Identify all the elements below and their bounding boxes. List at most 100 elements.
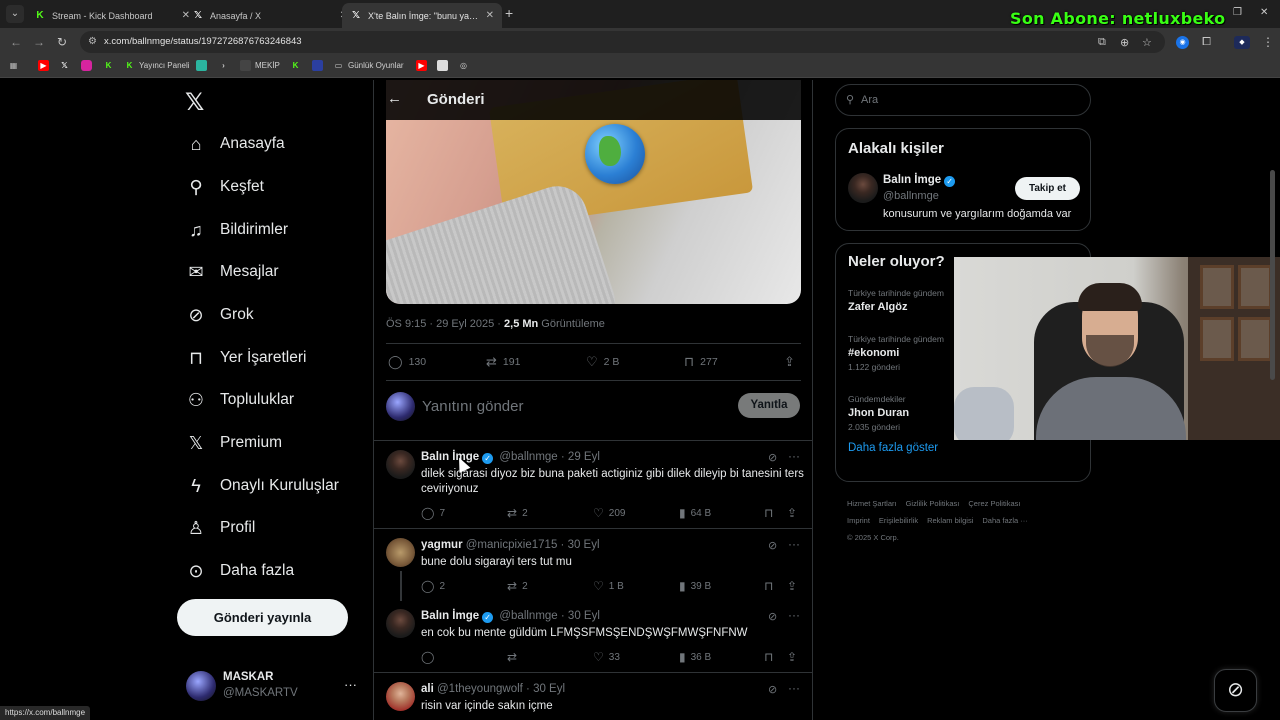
author-handle[interactable]: @ballnmge — [499, 451, 557, 463]
bookmark-action[interactable]: ⊓ 277 — [684, 354, 718, 370]
trend-item[interactable]: Türkiye tarihinde gündem #ekonomi 1.122 … — [848, 334, 958, 372]
repost-action[interactable]: ⇄ 2 — [507, 506, 528, 520]
like-action[interactable]: ♡ 33 — [593, 650, 620, 664]
browser-tab-kick[interactable]: K Stream - Kick Dashboard ✕ — [26, 3, 198, 28]
star-icon[interactable]: ☆ — [1142, 36, 1152, 49]
trend-item[interactable]: Türkiye tarihinde gündem Zafer Algöz — [848, 288, 958, 313]
reply-date[interactable]: · 30 Eyl — [561, 539, 600, 551]
bookmark-action[interactable]: ⊓ — [764, 506, 778, 520]
youtube-icon[interactable]: ▶ — [416, 60, 431, 71]
like-action[interactable]: ♡ 209 — [593, 506, 625, 520]
author-name[interactable]: Balın İmge — [421, 451, 479, 463]
globe-icon[interactable]: ◎ — [458, 60, 473, 71]
profile-icon[interactable]: ◆ — [1234, 36, 1250, 49]
author-handle[interactable]: @ballnmge — [499, 610, 557, 622]
nav-item-explore[interactable]: ⚲ Keşfet — [185, 172, 264, 202]
scrollbar[interactable] — [1270, 170, 1275, 380]
footer-link[interactable]: Çerez Politikası — [968, 499, 1020, 508]
account-avatar[interactable] — [186, 671, 216, 701]
reload-icon[interactable]: ↻ — [57, 35, 67, 49]
reply-date[interactable]: · 30 Eyl — [561, 610, 600, 622]
reply-date[interactable]: · 30 Eyl — [526, 683, 565, 695]
close-window-icon[interactable]: ✕ — [1260, 7, 1268, 18]
reply-item[interactable]: ali @1theyoungwolf · 30 Eyl ⊘ ··· risin … — [374, 673, 812, 720]
reply-action[interactable]: ◯ — [421, 650, 439, 664]
share-action[interactable]: ⇪ — [787, 650, 802, 664]
browser-tab-x-post[interactable]: 𝕏 X'te Balın İmge: "bunu yapan te ✕ — [342, 3, 502, 28]
reply-item[interactable]: Balın İmge ✓ @ballnmge · 29 Eyl ⊘ ··· dil… — [374, 441, 812, 528]
footer-link[interactable]: Reklam bilgisi — [927, 516, 973, 525]
footer-link[interactable]: Gizlilik Politikası — [906, 499, 960, 508]
avatar[interactable] — [386, 682, 415, 711]
search-input[interactable]: ⚲ Ara — [835, 84, 1091, 116]
nav-item-verified-orgs[interactable]: ϟ Onaylı Kuruluşlar — [185, 471, 339, 501]
share-action[interactable]: ⇪ — [784, 354, 801, 370]
tab-search-button[interactable]: ⌄ — [6, 5, 24, 23]
grok-icon[interactable]: ⊘ — [768, 610, 777, 623]
reply-action[interactable]: ◯ 130 — [388, 354, 426, 370]
reply-input[interactable]: Yanıtını gönder — [422, 398, 523, 415]
footer-link[interactable]: Imprint — [847, 516, 870, 525]
nav-item-home[interactable]: ⌂ Anasayfa — [185, 129, 285, 159]
nav-item-communities[interactable]: ⚇ Topluluklar — [185, 385, 294, 415]
avatar[interactable] — [386, 609, 415, 638]
footer-link[interactable]: Daha fazla ··· — [982, 516, 1027, 525]
avatar[interactable] — [386, 538, 415, 567]
account-more-icon[interactable]: ··· — [344, 677, 357, 692]
share-action[interactable]: ⇪ — [787, 579, 802, 593]
trend-item[interactable]: Gündemdekiler Jhon Duran 2.035 gönderi — [848, 394, 958, 432]
browser-tab-x-home[interactable]: 𝕏 Anasayfa / X ✕ — [184, 3, 356, 28]
footer-link[interactable]: Hizmet Şartları — [847, 499, 897, 508]
close-tab-icon[interactable]: ✕ — [486, 10, 494, 21]
account-name[interactable]: MASKAR — [223, 671, 273, 683]
reply-action[interactable]: ◯ 7 — [421, 506, 445, 520]
nav-item-messages[interactable]: ✉ Mesajlar — [185, 257, 278, 287]
author-name[interactable]: yagmur — [421, 539, 463, 551]
nav-item-notifications[interactable]: ♫ Bildirimler — [185, 215, 288, 245]
follow-button[interactable]: Takip et — [1015, 177, 1080, 200]
author-handle[interactable]: @1theyoungwolf — [437, 683, 523, 695]
like-action[interactable]: ♡ 2 B — [586, 354, 619, 370]
extension-icon[interactable]: ◉ — [1176, 36, 1189, 49]
bookmark-mekip[interactable]: MEKİP — [240, 60, 280, 71]
kick-icon[interactable]: K — [290, 60, 305, 71]
grok-icon[interactable]: ⊘ — [768, 683, 777, 696]
image-icon[interactable] — [437, 60, 452, 71]
more-icon[interactable]: ··· — [788, 608, 800, 622]
bookmark-icon-arrow[interactable]: › — [218, 60, 233, 71]
post-button[interactable]: Gönderi yayınla — [177, 599, 348, 636]
grok-icon[interactable]: ⊘ — [768, 451, 777, 464]
back-icon[interactable]: ← — [10, 35, 22, 49]
reply-button[interactable]: Yanıtla — [738, 393, 800, 418]
avatar[interactable] — [848, 173, 878, 203]
x-logo-icon[interactable]: 𝕏 — [185, 88, 204, 117]
reply-item[interactable]: Balın İmge ✓ @ballnmge · 30 Eyl ⊘ ··· en … — [374, 600, 812, 672]
nav-item-profile[interactable]: ♙ Profil — [185, 513, 255, 543]
bookmark-icon-teal[interactable] — [196, 60, 211, 71]
views-action[interactable]: ▮ 64 B — [679, 506, 711, 520]
nav-item-grok[interactable]: ⊘ Grok — [185, 300, 253, 330]
author-name[interactable]: ali — [421, 683, 434, 695]
repost-action[interactable]: ⇄ 191 — [486, 354, 520, 370]
bookmark-gunluk-oyunlar[interactable]: ▭ Günlük Oyunlar — [333, 60, 404, 71]
repost-action[interactable]: ⇄ — [507, 650, 522, 664]
restore-icon[interactable]: ❐ — [1233, 7, 1242, 18]
address-bar[interactable]: ⚙ x.com/ballnmge/status/1972726876763246… — [80, 31, 1165, 53]
avatar[interactable] — [386, 450, 415, 479]
like-action[interactable]: ♡ 1 B — [593, 579, 624, 593]
account-handle[interactable]: @MASKARTV — [223, 687, 298, 699]
url-text[interactable]: x.com/ballnmge/status/197272687676324684… — [104, 36, 302, 47]
author-name[interactable]: Balın İmge — [421, 610, 479, 622]
post-timestamp[interactable]: ÖS 9:15 · 29 Eyl 2025 · — [386, 318, 504, 330]
more-icon[interactable]: ··· — [788, 537, 800, 551]
youtube-icon[interactable]: ▶ — [38, 60, 53, 71]
bookmark-icon-blue[interactable] — [312, 60, 327, 71]
apps-icon[interactable]: ▦ — [8, 60, 23, 71]
nav-item-bookmarks[interactable]: ⊓ Yer İşaretleri — [185, 343, 306, 373]
share-action[interactable]: ⇪ — [787, 506, 802, 520]
more-icon[interactable]: ··· — [788, 449, 800, 463]
reply-date[interactable]: · 29 Eyl — [561, 451, 600, 463]
new-tab-icon[interactable]: + — [505, 5, 513, 21]
puzzle-icon[interactable]: ⧠ — [1200, 36, 1213, 49]
more-icon[interactable]: ··· — [788, 681, 800, 695]
